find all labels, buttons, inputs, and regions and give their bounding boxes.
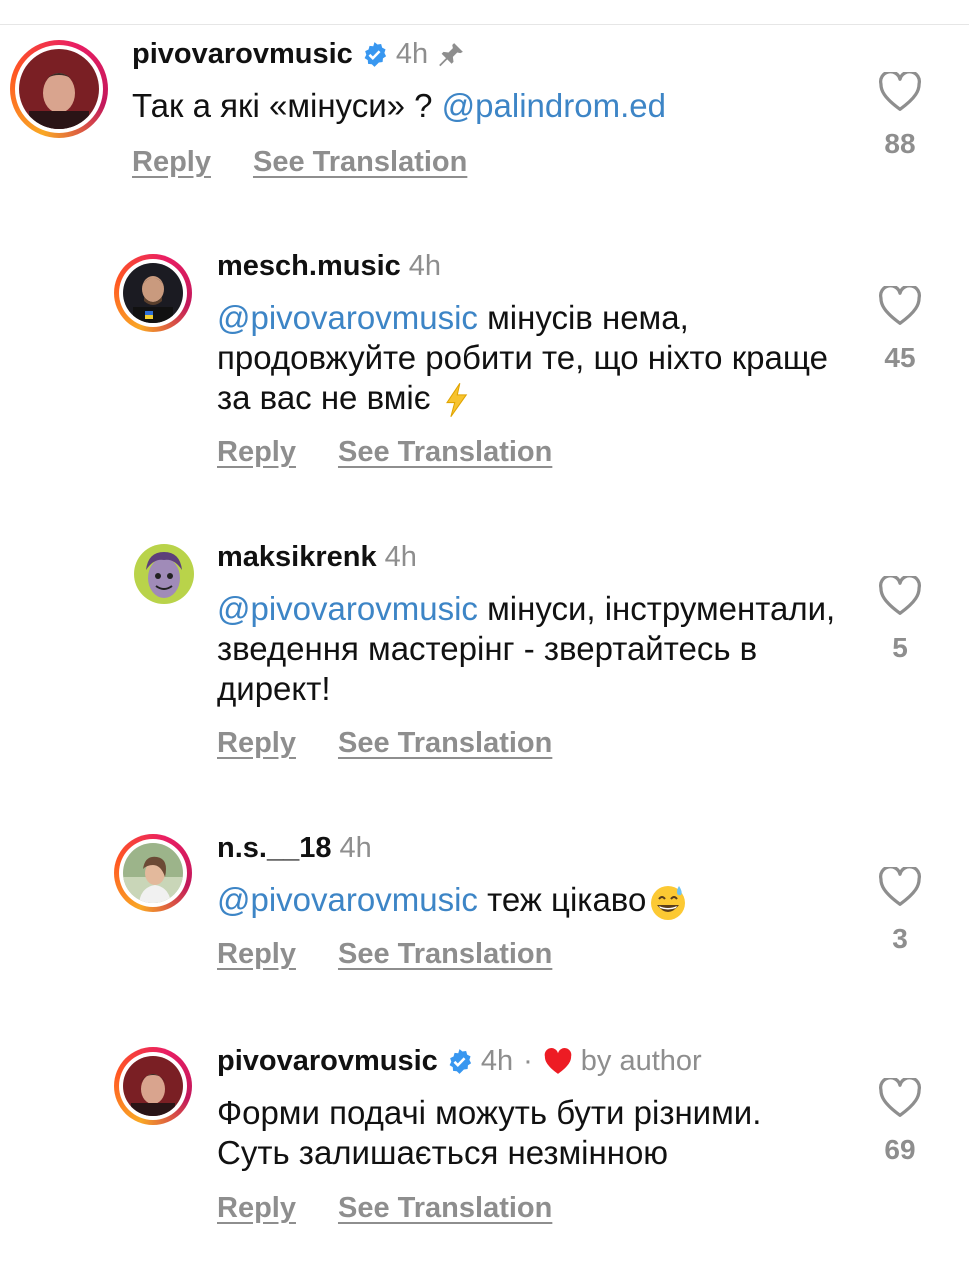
- heart-outline-icon[interactable]: [878, 867, 922, 907]
- username[interactable]: maksikrenk: [217, 541, 377, 574]
- avatar[interactable]: [114, 834, 192, 912]
- top-divider: [0, 24, 969, 25]
- avatar[interactable]: [134, 544, 194, 604]
- comment-time: 4h: [395, 38, 429, 70]
- reply-button[interactable]: Reply: [132, 146, 211, 179]
- verified-badge-icon: [449, 1049, 471, 1074]
- heart-outline-icon[interactable]: [878, 72, 922, 112]
- comment-text: Так а які «мінуси» ? @palindrom.ed: [132, 86, 752, 126]
- reply-button[interactable]: Reply: [217, 436, 296, 469]
- comment-text-body: Так а які «мінуси» ?: [132, 87, 442, 124]
- separator-dot: ·: [523, 1045, 533, 1077]
- pin-icon: [439, 42, 463, 66]
- heart-filled-icon: [544, 1047, 572, 1074]
- comment-time: 4h: [480, 1045, 514, 1077]
- username[interactable]: mesch.music: [217, 250, 401, 283]
- mention-link[interactable]: @pivovarovmusic: [217, 590, 478, 627]
- comment-text-body: теж цікаво: [477, 881, 647, 918]
- heart-outline-icon[interactable]: [878, 576, 922, 616]
- comment-time: 4h: [408, 250, 442, 282]
- comment-text: @pivovarovmusic теж цікаво: [217, 880, 837, 922]
- see-translation-button[interactable]: See Translation: [338, 436, 552, 469]
- verified-badge-icon: [364, 42, 386, 67]
- avatar-photo: [123, 263, 183, 323]
- mention-link[interactable]: @palindrom.ed: [442, 87, 666, 124]
- like-count: 88: [884, 128, 916, 159]
- like-count: 3: [892, 923, 908, 954]
- see-translation-button[interactable]: See Translation: [338, 727, 552, 760]
- high-voltage-emoji: [445, 383, 468, 418]
- like-count: 45: [884, 342, 916, 373]
- heart-outline-icon[interactable]: [878, 286, 922, 326]
- username[interactable]: pivovarovmusic: [132, 38, 353, 71]
- liked-by-author-label: by author: [580, 1045, 702, 1077]
- username[interactable]: n.s.__18: [217, 832, 331, 865]
- see-translation-button[interactable]: See Translation: [253, 146, 467, 179]
- avatar[interactable]: [114, 254, 192, 332]
- avatar-photo: [19, 49, 99, 129]
- comment-time: 4h: [384, 541, 417, 573]
- avatar-photo: [123, 843, 183, 903]
- username[interactable]: pivovarovmusic: [217, 1045, 438, 1078]
- see-translation-button[interactable]: See Translation: [338, 938, 552, 971]
- reply-button[interactable]: Reply: [217, 1192, 296, 1225]
- mention-link[interactable]: @pivovarovmusic: [217, 881, 478, 918]
- reply-button[interactable]: Reply: [217, 727, 296, 760]
- avatar[interactable]: [10, 40, 108, 138]
- comment-time: 4h: [339, 832, 372, 864]
- reply-button[interactable]: Reply: [217, 938, 296, 971]
- avatar[interactable]: [114, 1047, 192, 1125]
- heart-outline-icon[interactable]: [878, 1078, 922, 1118]
- grinning-sweat-emoji: [651, 886, 686, 921]
- see-translation-button[interactable]: See Translation: [338, 1192, 552, 1225]
- comment-text: @pivovarovmusic мінусів нема, продовжуйт…: [217, 298, 837, 418]
- comment-text: Форми подачі можуть бути різними. Суть з…: [217, 1093, 837, 1173]
- avatar-photo: [123, 1056, 183, 1116]
- like-count: 69: [884, 1134, 916, 1165]
- comment-text-body: Форми подачі можуть бути різними. Суть з…: [217, 1094, 762, 1171]
- like-count: 5: [892, 632, 908, 663]
- comment-text: @pivovarovmusic мінуси, інструментали, з…: [217, 589, 837, 709]
- avatar-photo: [134, 544, 194, 604]
- mention-link[interactable]: @pivovarovmusic: [217, 299, 478, 336]
